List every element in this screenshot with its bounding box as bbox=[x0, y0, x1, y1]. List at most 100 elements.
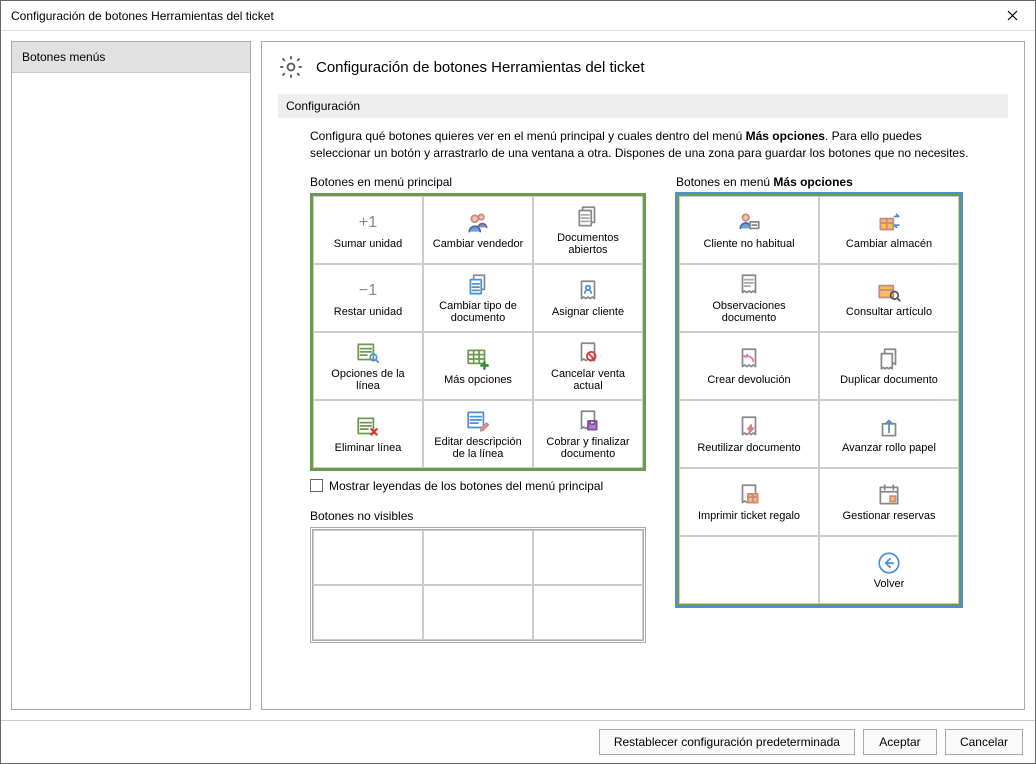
minus1-icon: −1 bbox=[355, 278, 381, 304]
reset-defaults-button[interactable]: Restablecer configuración predeterminada bbox=[599, 729, 855, 755]
tool-button-duplicar-doc[interactable]: Duplicar documento bbox=[819, 332, 959, 400]
tool-button-label: Cambiar vendedor bbox=[433, 238, 524, 250]
more-grid-title: Botones en menú Más opciones bbox=[676, 175, 962, 189]
col-more: Botones en menú Más opciones Cliente no … bbox=[676, 175, 962, 643]
hidden-grid-title: Botones no visibles bbox=[310, 509, 646, 523]
paper-up-icon bbox=[876, 414, 902, 440]
tool-button-eliminar-linea[interactable]: Eliminar línea bbox=[313, 400, 423, 468]
show-legends-row[interactable]: Mostrar leyendas de los botones del menú… bbox=[310, 479, 646, 493]
tool-button-label: Más opciones bbox=[444, 374, 512, 386]
receipt-note-icon bbox=[736, 272, 762, 298]
main-button-grid: +1 Sumar unidad Cambiar vendedor Documentos… bbox=[310, 193, 646, 471]
people-icon bbox=[465, 210, 491, 236]
tool-button-sumar-unidad[interactable]: +1 Sumar unidad bbox=[313, 196, 423, 264]
tool-button-label: Eliminar línea bbox=[335, 442, 402, 454]
tool-button-label: Observaciones documento bbox=[684, 300, 814, 324]
col-main: Botones en menú principal +1 Sumar unidad… bbox=[310, 175, 646, 643]
tool-button-label: Cambiar tipo de documento bbox=[428, 300, 528, 324]
gear-icon bbox=[278, 54, 304, 80]
tool-button-label: Avanzar rollo papel bbox=[842, 442, 936, 454]
dialog-footer: Restablecer configuración predeterminada… bbox=[1, 720, 1035, 763]
tool-button-volver[interactable]: Volver bbox=[819, 536, 959, 604]
receipt-user-icon bbox=[575, 278, 601, 304]
tool-button-observaciones-doc[interactable]: Observaciones documento bbox=[679, 264, 819, 332]
close-button[interactable] bbox=[990, 1, 1035, 30]
person-card-icon bbox=[736, 210, 762, 236]
tool-button-mas-opciones[interactable]: Más opciones bbox=[423, 332, 533, 400]
tool-button-documentos-abiertos[interactable]: Documentos abiertos bbox=[533, 196, 643, 264]
tool-button-restar-unidad[interactable]: −1 Restar unidad bbox=[313, 264, 423, 332]
plus1-icon: +1 bbox=[355, 210, 381, 236]
hidden-slot[interactable] bbox=[533, 585, 643, 640]
receipt-no-icon bbox=[575, 340, 601, 366]
sidebar-item-label: Botones menús bbox=[22, 50, 105, 64]
tool-button-reutilizar-doc[interactable]: Reutilizar documento bbox=[679, 400, 819, 468]
page-title: Configuración de botones Herramientas de… bbox=[316, 59, 645, 76]
list-lens-icon bbox=[355, 340, 381, 366]
window-title: Configuración de botones Herramientas de… bbox=[11, 9, 990, 23]
receipt-save-icon bbox=[575, 408, 601, 434]
calendar-icon bbox=[876, 482, 902, 508]
hidden-slot[interactable] bbox=[313, 530, 423, 585]
show-legends-label: Mostrar leyendas de los botones del menú… bbox=[329, 479, 603, 493]
tool-button-label: Cliente no habitual bbox=[703, 238, 794, 250]
list-x-icon bbox=[355, 414, 381, 440]
tool-button-cliente-no-habitual[interactable]: Cliente no habitual bbox=[679, 196, 819, 264]
tool-button-label: Cobrar y finalizar documento bbox=[538, 436, 638, 460]
cancel-button[interactable]: Cancelar bbox=[945, 729, 1023, 755]
accept-button[interactable]: Aceptar bbox=[863, 729, 937, 755]
tool-button-label: Cambiar almacén bbox=[846, 238, 932, 250]
tool-button-label: Duplicar documento bbox=[840, 374, 938, 386]
tool-button-opciones-linea[interactable]: Opciones de la línea bbox=[313, 332, 423, 400]
tool-button-crear-devolucion[interactable]: Crear devolución bbox=[679, 332, 819, 400]
tool-button-label: Restar unidad bbox=[334, 306, 403, 318]
tool-button-cancelar-venta[interactable]: Cancelar venta actual bbox=[533, 332, 643, 400]
tool-button-cambiar-tipo-doc[interactable]: Cambiar tipo de documento bbox=[423, 264, 533, 332]
sidebar-item-botones-menus[interactable]: Botones menús bbox=[12, 42, 250, 73]
docs-icon bbox=[575, 204, 601, 230]
tool-button-label: Editar descripción de la línea bbox=[428, 436, 528, 460]
tool-button-editar-desc-linea[interactable]: Editar descripción de la línea bbox=[423, 400, 533, 468]
tool-button-cambiar-vendedor[interactable]: Cambiar vendedor bbox=[423, 196, 533, 264]
page-heading: Configuración de botones Herramientas de… bbox=[278, 54, 1008, 80]
tool-button-blank[interactable] bbox=[679, 536, 819, 604]
back-icon bbox=[876, 550, 902, 576]
doc-copy-icon bbox=[465, 272, 491, 298]
receipt-bolt-icon bbox=[736, 414, 762, 440]
titlebar: Configuración de botones Herramientas de… bbox=[1, 1, 1035, 31]
tool-button-label: Gestionar reservas bbox=[843, 510, 936, 522]
hidden-slot[interactable] bbox=[423, 530, 533, 585]
main-grid-title: Botones en menú principal bbox=[310, 175, 646, 189]
hidden-slot[interactable] bbox=[533, 530, 643, 585]
main-panel: Configuración de botones Herramientas de… bbox=[261, 41, 1025, 710]
close-icon bbox=[1007, 10, 1018, 21]
tool-button-gestionar-reservas[interactable]: Gestionar reservas bbox=[819, 468, 959, 536]
tool-button-imprimir-regalo[interactable]: Imprimir ticket regalo bbox=[679, 468, 819, 536]
box-swap-icon bbox=[876, 210, 902, 236]
tool-button-label: Reutilizar documento bbox=[697, 442, 800, 454]
sidebar: Botones menús bbox=[11, 41, 251, 710]
receipt-dup-icon bbox=[876, 346, 902, 372]
tool-button-label: Asignar cliente bbox=[552, 306, 624, 318]
box-lens-icon bbox=[876, 278, 902, 304]
hidden-button-grid bbox=[310, 527, 646, 643]
receipt-back-icon bbox=[736, 346, 762, 372]
hidden-slot[interactable] bbox=[423, 585, 533, 640]
description: Configura qué botones quieres ver en el … bbox=[278, 128, 1008, 175]
checkbox-icon bbox=[310, 479, 323, 492]
grid-plus-icon bbox=[465, 346, 491, 372]
tool-button-label: Cancelar venta actual bbox=[538, 368, 638, 392]
hidden-slot[interactable] bbox=[313, 585, 423, 640]
tool-button-consultar-articulo[interactable]: Consultar artículo bbox=[819, 264, 959, 332]
section-header: Configuración bbox=[278, 94, 1008, 118]
receipt-gift-icon bbox=[736, 482, 762, 508]
tool-button-label: Consultar artículo bbox=[846, 306, 932, 318]
tool-button-asignar-cliente[interactable]: Asignar cliente bbox=[533, 264, 643, 332]
tool-button-cobrar-finalizar[interactable]: Cobrar y finalizar documento bbox=[533, 400, 643, 468]
tool-button-label: Sumar unidad bbox=[334, 238, 403, 250]
more-button-grid: Cliente no habitual Cambiar almacén Observ… bbox=[676, 193, 962, 607]
tool-button-label: Opciones de la línea bbox=[318, 368, 418, 392]
tool-button-cambiar-almacen[interactable]: Cambiar almacén bbox=[819, 196, 959, 264]
tool-button-label: Documentos abiertos bbox=[538, 232, 638, 256]
tool-button-avanzar-rollo[interactable]: Avanzar rollo papel bbox=[819, 400, 959, 468]
